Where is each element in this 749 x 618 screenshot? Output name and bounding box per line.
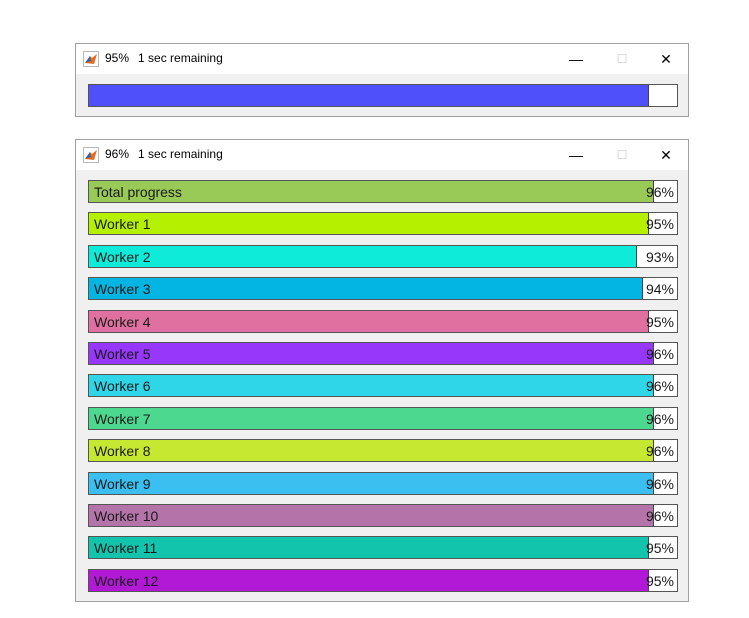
progress-bar-label: Worker 5 — [94, 346, 151, 362]
progress-window-workers: 96% 1 sec remaining — ☐ ✕ Total progress 9… — [75, 139, 689, 602]
title-time-remaining: 1 sec remaining — [138, 147, 223, 161]
progress-bar-label: Worker 3 — [94, 281, 151, 298]
close-icon: ✕ — [660, 50, 672, 67]
close-button[interactable]: ✕ — [643, 44, 689, 74]
progress-bar-label: Worker 10 — [94, 508, 159, 524]
title-percent: 95% — [105, 51, 130, 65]
progress-bar-label: Worker 8 — [94, 443, 151, 460]
progress-bar-label: Worker 11 — [94, 540, 158, 557]
worker-progress-bar: Worker 3 94% — [88, 277, 678, 301]
progress-bar-percent: 96% — [645, 184, 674, 200]
progress-bar-percent: 95% — [645, 540, 674, 557]
progress-bar-percent: 95% — [645, 216, 674, 233]
progress-bar-label: Worker 1 — [94, 216, 151, 233]
progress-bar-label: Worker 12 — [94, 572, 159, 589]
title-bar[interactable]: 96% 1 sec remaining — ☐ ✕ — [76, 140, 688, 170]
matlab-icon — [83, 51, 99, 67]
progress-bar-label: Worker 7 — [94, 410, 151, 427]
progress-bar-label: Worker 9 — [94, 475, 151, 492]
progress-bar-percent: 94% — [645, 281, 674, 298]
progress-bar-percent: 93% — [645, 248, 674, 265]
title-percent: 96% — [105, 147, 130, 161]
window-title: 96% 1 sec remaining — [105, 147, 232, 161]
progress-bar-fill — [89, 245, 637, 267]
maximize-button: ☐ — [599, 44, 645, 74]
progress-bar-percent: 95% — [645, 572, 674, 589]
minimize-icon: — — [569, 147, 583, 163]
matlab-icon — [83, 147, 99, 163]
progress-bar-fill — [89, 375, 655, 397]
progress-bar-percent: 96% — [645, 410, 674, 427]
progress-bar-percent: 96% — [645, 443, 674, 460]
progress-bar-label: Worker 2 — [94, 248, 151, 265]
progress-bar-fill — [89, 569, 649, 591]
progress-bar-percent: 95% — [645, 313, 674, 330]
worker-progress-bar: Worker 12 95% — [88, 568, 678, 592]
progress-bar-fill — [89, 278, 643, 300]
window-title: 95% 1 sec remaining — [105, 51, 232, 65]
worker-progress-bar: Worker 8 96% — [88, 439, 678, 463]
progress-bar-label: Worker 6 — [94, 378, 151, 395]
progress-bar-fill — [89, 472, 655, 494]
close-button[interactable]: ✕ — [643, 140, 689, 170]
title-bar[interactable]: 95% 1 sec remaining — ☐ ✕ — [76, 44, 688, 74]
progress-bar-percent: 96% — [645, 508, 674, 524]
worker-progress-bar: Worker 7 96% — [88, 406, 678, 430]
worker-progress-bar: Worker 9 96% — [88, 471, 678, 495]
progress-bar-fill — [89, 343, 655, 364]
total-progress-bar: Total progress 96% — [88, 180, 678, 203]
progress-bar-label: Worker 4 — [94, 313, 151, 330]
worker-progress-bar: Worker 2 93% — [88, 244, 678, 268]
progress-bar-label: Total progress — [94, 184, 182, 200]
title-time-remaining: 1 sec remaining — [138, 51, 223, 65]
minimize-button[interactable]: — — [553, 140, 599, 170]
progress-bar-fill — [89, 310, 649, 332]
progress-bar-percent: 96% — [645, 346, 674, 362]
worker-progress-bar: Worker 4 95% — [88, 309, 678, 333]
worker-progress-bar: Worker 11 95% — [88, 536, 678, 560]
progress-bar-fill — [89, 213, 649, 235]
progress-bar-fill — [89, 85, 649, 106]
minimize-icon: — — [569, 51, 583, 67]
minimize-button[interactable]: — — [553, 44, 599, 74]
worker-progress-bar: Worker 1 95% — [88, 212, 678, 236]
maximize-icon: ☐ — [616, 148, 628, 162]
progress-bar-fill — [89, 505, 655, 526]
progress-bar-fill — [89, 440, 655, 462]
progress-bar-percent: 96% — [645, 378, 674, 395]
progress-bar — [88, 84, 678, 107]
worker-progress-bar: Worker 10 96% — [88, 504, 678, 527]
worker-progress-bar: Worker 6 96% — [88, 374, 678, 398]
progress-bar-percent: 96% — [645, 475, 674, 492]
maximize-button: ☐ — [599, 140, 645, 170]
progress-window-overall: 95% 1 sec remaining — ☐ ✕ — [75, 43, 689, 117]
worker-progress-bar: Worker 5 96% — [88, 342, 678, 365]
progress-bar-fill — [89, 407, 655, 429]
close-icon: ✕ — [660, 146, 672, 163]
maximize-icon: ☐ — [616, 52, 628, 66]
progress-bar-fill — [89, 537, 649, 559]
